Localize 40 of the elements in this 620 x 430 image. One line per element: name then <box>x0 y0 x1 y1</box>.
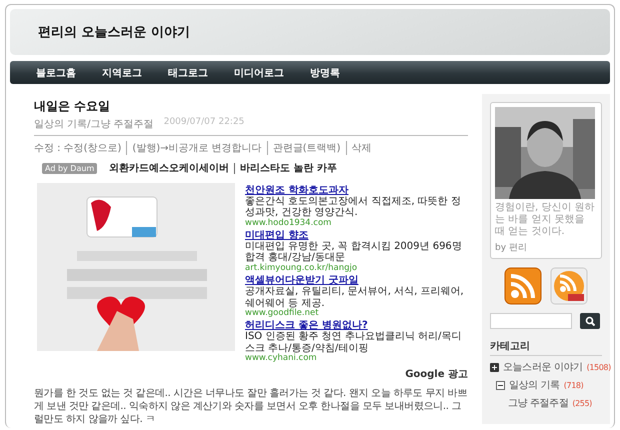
nav-link[interactable]: 미디어로그 <box>234 66 284 80</box>
profile-quote: 경험이란, 당신이 원하는 바를 얻지 못했을 때 얻는 것이다. <box>495 202 596 238</box>
nav-link[interactable]: 태그로그 <box>168 66 208 80</box>
ads-label: Google 광고 <box>405 368 468 382</box>
ad-url[interactable]: art.kimyoung.co.kr/hangjo <box>245 264 468 274</box>
post-category[interactable]: 일상의 기록/그냥 주절주절 <box>34 117 154 131</box>
category-link[interactable]: 오늘스러운 이야기 <box>503 360 583 374</box>
ad-description: 좋은간식 호도의본고장에서 직접제조, 따뜻한 정성과맛, 건강한 영양간식. <box>245 196 462 218</box>
ad-link[interactable]: 바리스타도 놀란 카푸 <box>234 163 342 174</box>
post-date: 2009/07/07 22:25 <box>164 117 244 129</box>
category-count: (1508) <box>586 362 611 372</box>
ad-url[interactable]: www.goodfile.net <box>245 308 468 318</box>
category-count: (255) <box>572 398 592 408</box>
admin-link[interactable]: 수정(창으로) <box>60 141 126 155</box>
ad-title[interactable]: 미대편입 향조 <box>245 230 468 242</box>
admin-label: 수정 : <box>34 142 61 155</box>
nav-link[interactable]: 지역로그 <box>102 66 142 80</box>
ad-badge: Ad by Daum <box>42 162 98 174</box>
ad-description: 미대편입 유명한 곳, 꼭 합격시킴 2009년 696명 합격 홍대/강남/동대문 <box>245 241 463 264</box>
profile-author: by 편리 <box>495 242 528 254</box>
admin-link[interactable]: 삭제 <box>346 141 377 155</box>
post-body: 뭔가를 한 것도 없는 것 같은데.. 시간은 너무나도 잘만 흘러가는 것 같다. 왠지 오늘 하루도 무지 바쁘게 보낸 것만 같은데.. 익숙하지 않은 계산기와 숫자를 보면서 오후 한나절을 모두 보내버렸으니.. 그럴만도 하지 않을까 싶다. ㅋ <box>34 387 468 426</box>
category-heading: 카테고리 <box>490 339 602 356</box>
category-link[interactable]: 일상의 기록 <box>509 378 560 392</box>
nav-link[interactable]: 블로그홈 <box>36 66 76 80</box>
admin-link[interactable]: 관련글(트랙백) <box>266 141 346 155</box>
post-title[interactable]: 내일은 수요일 <box>34 98 468 115</box>
admin-link[interactable]: (발행)→비공개로 변경합니다 <box>126 141 267 155</box>
ad-description: ISO 인증된 황주 청연 추나요법클리닉 허리/목디스크 추나/통증/약침/테이핑 <box>245 331 462 354</box>
ad-title[interactable]: 허리디스크 좋은 병원없나? <box>245 320 468 332</box>
ad-url[interactable]: www.cyhani.com <box>245 354 468 364</box>
ad-link[interactable]: 외환카드예스오케이세이버 <box>109 163 234 174</box>
category-link[interactable]: 그냥 주절주절 <box>508 396 568 410</box>
ad-url[interactable]: www.hodo1934.com <box>245 218 468 228</box>
blog-title[interactable]: 편리의 오늘스러운 이야기 <box>38 23 190 41</box>
ad-title[interactable]: 액셀뷰어다운받기 굿파일 <box>245 275 468 286</box>
ad-description: 공개자료실, 유틸리티, 문서뷰어, 서식, 프리웨어, 쉐어웨어 등 제공. <box>245 286 465 309</box>
category-count: (718) <box>564 380 584 390</box>
nav-link[interactable]: 방명록 <box>310 66 340 80</box>
ad-title[interactable]: 천안원조 학화호도과자 <box>245 185 468 196</box>
